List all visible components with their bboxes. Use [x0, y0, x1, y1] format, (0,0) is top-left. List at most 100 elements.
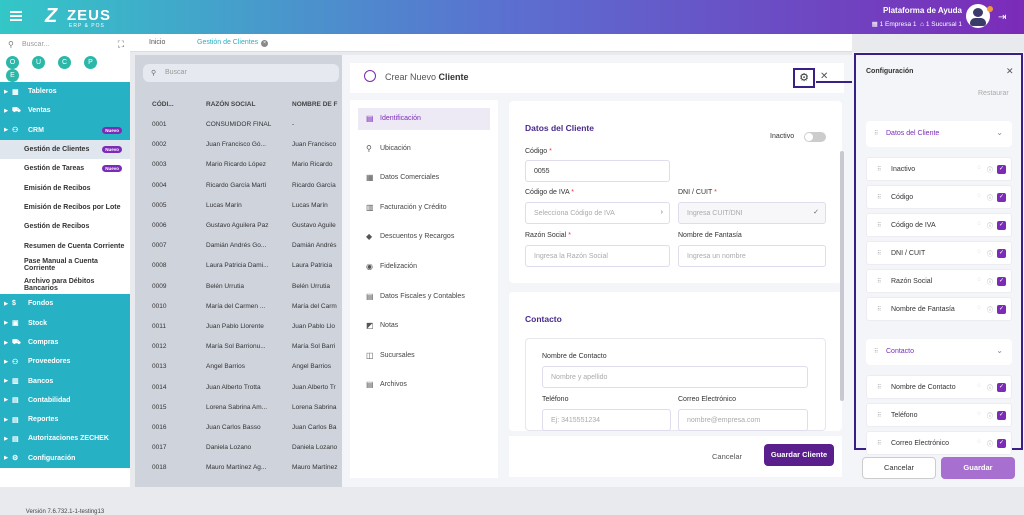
modal-nav-item-ubicaci-n[interactable]: ⚲ Ubicación — [358, 138, 490, 160]
razon-input[interactable]: Ingresa la Razón Social — [525, 245, 670, 267]
chevron-down-icon[interactable]: ⌄ — [996, 128, 1003, 137]
sidebar-item-resumen-de-cuenta-corriente[interactable]: Resumen de Cuenta Corriente — [0, 236, 130, 256]
drag-handle-icon[interactable]: ⠿ — [877, 306, 881, 313]
config-field-item[interactable]: ⠿ Código de IVA ◌ ⓘ ✓ — [866, 213, 1012, 237]
chevron-down-icon[interactable]: ⌄ — [996, 346, 1003, 355]
sidebar-item-autorizaciones-zechek[interactable]: ▶ ▤ Autorizaciones ZECHEK — [0, 429, 130, 449]
visibility-icon[interactable]: ◌ — [977, 305, 981, 311]
modal-nav-item-sucursales[interactable]: ◫ Sucursales — [358, 345, 490, 367]
company-info[interactable]: ▦ 1 Empresa 1 ⌂ 1 Sucursal 1 — [872, 20, 962, 28]
inactive-toggle[interactable] — [804, 132, 826, 142]
sidebar-item-archivo-para-d-bitos-bancarios[interactable]: Archivo para Débitos Bancarios — [0, 274, 130, 295]
quick-access-c[interactable]: C — [58, 56, 71, 69]
logout-icon[interactable]: ⇥ — [998, 12, 1006, 23]
drag-handle-icon[interactable]: ⠿ — [877, 194, 881, 201]
table-row[interactable]: 0013 Angel Barrios Angel Barrios — [143, 357, 342, 377]
checkbox[interactable]: ✓ — [997, 411, 1006, 420]
table-row[interactable]: 0018 Mauro Martínez Ag... Mauro Martínez — [143, 458, 342, 478]
checkbox[interactable]: ✓ — [997, 277, 1006, 286]
modal-nav-item-archivos[interactable]: ▤ Archivos — [358, 374, 490, 396]
contact-name-input[interactable]: Nombre y apellido — [542, 366, 808, 388]
sidebar-search[interactable]: ⚲ Buscar... ⛶ — [8, 38, 126, 52]
config-field-item[interactable]: ⠿ Código ◌ ⓘ ✓ — [866, 185, 1012, 209]
sidebar-item-ventas[interactable]: ▶ ⛟ Ventas — [0, 101, 130, 121]
visibility-icon[interactable]: ◌ — [977, 165, 981, 171]
table-row[interactable]: 0002 Juan Francisco Gó... Juan Francisco — [143, 135, 342, 155]
gear-icon[interactable]: ⚙ — [793, 68, 815, 88]
table-row[interactable]: 0001 CONSUMIDOR FINAL - — [143, 115, 342, 135]
table-row[interactable]: 0003 Mario Ricardo López Mario Ricardo — [143, 155, 342, 175]
tab-inicio[interactable]: Inicio — [149, 39, 165, 46]
drag-handle-icon[interactable]: ⠿ — [877, 250, 881, 257]
modal-nav-item-datos-fiscales-y-contables[interactable]: ▤ Datos Fiscales y Contables — [358, 286, 490, 308]
col-code[interactable]: CÓDI... — [152, 101, 174, 108]
config-field-item[interactable]: ⠿ Teléfono ◌ ⓘ ✓ — [866, 403, 1012, 427]
drag-handle-icon[interactable]: ⠿ — [877, 166, 881, 173]
phone-input[interactable]: Ej: 3415551234 — [542, 409, 671, 431]
table-row[interactable]: 0004 Ricardo García Martí Ricardo García — [143, 176, 342, 196]
quick-access-e[interactable]: E — [6, 69, 19, 82]
visibility-icon[interactable]: ◌ — [977, 383, 981, 389]
info-icon[interactable]: ⓘ — [987, 383, 993, 392]
help-link[interactable]: Plataforma de Ayuda — [883, 6, 962, 15]
info-icon[interactable]: ⓘ — [987, 277, 993, 286]
col-razon-social[interactable]: RAZÓN SOCIAL — [206, 101, 255, 108]
info-icon[interactable]: ⓘ — [987, 193, 993, 202]
sidebar-item-stock[interactable]: ▶ ▣ Stock — [0, 313, 130, 333]
visibility-icon[interactable]: ◌ — [977, 277, 981, 283]
table-row[interactable]: 0017 Daniela Lozano Daniela Lozano — [143, 438, 342, 458]
info-icon[interactable]: ⓘ — [987, 439, 993, 448]
checkbox[interactable]: ✓ — [997, 193, 1006, 202]
sidebar-item-gesti-n-de-tareas[interactable]: Gestión de Tareas Nuevo — [0, 159, 130, 179]
table-row[interactable]: 0006 Gustavo Aguilera Paz Gustavo Aguile — [143, 216, 342, 236]
visibility-icon[interactable]: ◌ — [977, 221, 981, 227]
fantasia-input[interactable]: Ingresa un nombre — [678, 245, 826, 267]
sidebar-item-pase-manual-a-cuenta-corriente[interactable]: Pase Manual a Cuenta Corriente — [0, 255, 130, 275]
close-tab-icon[interactable]: × — [261, 40, 269, 47]
sidebar-item-gesti-n-de-recibos[interactable]: Gestión de Recibos — [0, 217, 130, 237]
sidebar-item-compras[interactable]: ▶ ⛟ Compras — [0, 332, 130, 353]
checkbox[interactable]: ✓ — [997, 439, 1006, 448]
sidebar-item-configuraci-n[interactable]: ▶ ⚙ Configuración — [0, 448, 130, 468]
table-row[interactable]: 0008 Laura Patricia Dami... Laura Patricia — [143, 256, 342, 276]
visibility-icon[interactable]: ◌ — [977, 249, 981, 255]
drag-handle-icon[interactable]: ⠿ — [877, 222, 881, 229]
checkbox[interactable]: ✓ — [997, 221, 1006, 230]
drag-handle-icon[interactable]: ⠿ — [877, 412, 881, 419]
info-icon[interactable]: ⓘ — [987, 411, 993, 420]
sidebar-item-reportes[interactable]: ▶ ▤ Reportes — [0, 410, 130, 430]
drag-handle-icon[interactable]: ⠿ — [877, 278, 881, 285]
sidebar-item-emisi-n-de-recibos[interactable]: Emisión de Recibos — [0, 178, 130, 198]
checkbox[interactable]: ✓ — [997, 165, 1006, 174]
sidebar-item-crm[interactable]: ▶ ⚇ CRM Nuevo — [0, 120, 130, 140]
modal-nav-item-notas[interactable]: ◩ Notas — [358, 315, 490, 337]
table-row[interactable]: 0011 Juan Pablo Llorente Juan Pablo Llo — [143, 317, 342, 337]
config-field-item[interactable]: ⠿ Inactivo ◌ ⓘ ✓ — [866, 157, 1012, 181]
menu-icon[interactable] — [10, 11, 22, 21]
email-input[interactable]: nombre@empresa.com — [678, 409, 808, 431]
tab-gestion-clientes[interactable]: Gestión de Clientes × — [197, 39, 269, 47]
modal-nav-item-descuentos-y-recargos[interactable]: ◆ Descuentos y Recargos — [358, 226, 490, 248]
col-nombre-fantasia[interactable]: NOMBRE DE F — [292, 101, 338, 108]
modal-nav-item-facturaci-n-y-cr-dito[interactable]: ▥ Facturación y Crédito — [358, 197, 490, 219]
sidebar-item-fondos[interactable]: ▶ $ Fondos — [0, 294, 130, 314]
config-section[interactable]: ⠿ Contacto ⌄ — [866, 339, 1012, 365]
sidebar-item-tableros[interactable]: ▶ ▦ Tableros — [0, 82, 130, 102]
table-row[interactable]: 0010 María del Carmen ... María del Carm — [143, 297, 342, 317]
config-field-item[interactable]: ⠿ Razón Social ◌ ⓘ ✓ — [866, 269, 1012, 293]
info-icon[interactable]: ⓘ — [987, 165, 993, 174]
table-row[interactable]: 0012 María Sol Barrionu... María Sol Barri — [143, 337, 342, 357]
client-search-input[interactable]: ⚲ Buscar — [143, 64, 339, 82]
config-section[interactable]: ⠿ Datos del Cliente ⌄ — [866, 121, 1012, 147]
code-input[interactable]: 0055 — [525, 160, 670, 182]
visibility-icon[interactable]: ◌ — [977, 193, 981, 199]
sidebar-item-proveedores[interactable]: ▶ ⚇ Proveedores — [0, 352, 130, 372]
drag-handle-icon[interactable]: ⠿ — [877, 440, 881, 447]
table-row[interactable]: 0007 Damián Andrés Go... Damián Andrés — [143, 236, 342, 256]
info-icon[interactable]: ⓘ — [987, 305, 993, 314]
dni-input[interactable]: Ingresa CUIT/DNI ✓ — [678, 202, 826, 224]
config-field-item[interactable]: ⠿ Nombre de Contacto ◌ ⓘ ✓ — [866, 375, 1012, 399]
expand-icon[interactable]: ⛶ — [118, 39, 124, 50]
modal-nav-item-datos-comerciales[interactable]: ▦ Datos Comerciales — [358, 167, 490, 189]
config-field-item[interactable]: ⠿ DNI / CUIT ◌ ⓘ ✓ — [866, 241, 1012, 265]
